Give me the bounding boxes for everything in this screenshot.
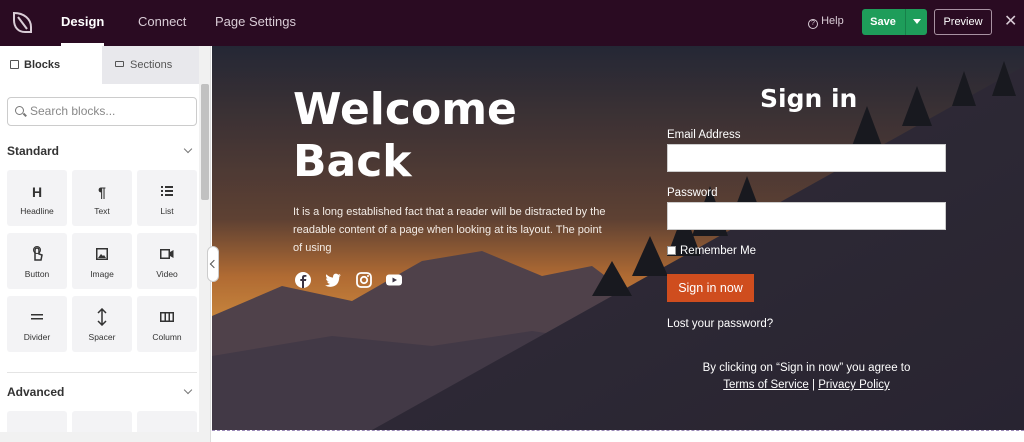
- youtube-icon[interactable]: [385, 271, 403, 289]
- search-placeholder: Search blocks...: [30, 104, 116, 118]
- paragraph-icon: ¶: [98, 184, 106, 200]
- save-button[interactable]: Save: [862, 9, 904, 35]
- email-field[interactable]: [667, 144, 946, 172]
- close-icon[interactable]: ✕: [1004, 11, 1017, 31]
- page-heading[interactable]: Welcome Back: [293, 84, 573, 188]
- divider: [7, 372, 197, 373]
- email-label: Email Address: [667, 129, 741, 141]
- blocks-icon: [10, 60, 19, 69]
- top-toolbar: Design Connect Page Settings ? Help Save…: [0, 0, 1024, 46]
- terms-notice: By clicking on “Sign in now” you agree t…: [667, 360, 946, 394]
- page-description[interactable]: It is a long established fact that a rea…: [293, 203, 613, 257]
- help-icon: ?: [808, 19, 818, 29]
- save-options-dropdown-icon[interactable]: [905, 9, 927, 35]
- remember-me: Remember Me: [667, 245, 756, 257]
- privacy-policy-link[interactable]: Privacy Policy: [818, 379, 890, 391]
- password-label: Password: [667, 187, 718, 199]
- search-blocks-input[interactable]: Search blocks...: [7, 97, 197, 126]
- block-text[interactable]: ¶ Text: [72, 170, 132, 226]
- block-video[interactable]: Video: [137, 233, 197, 289]
- horizontal-scrollbar[interactable]: [0, 432, 199, 442]
- app-logo-icon[interactable]: [10, 10, 34, 36]
- signin-title[interactable]: Sign in: [760, 84, 857, 113]
- block-label: Column: [152, 332, 182, 342]
- group-standard-title[interactable]: Standard: [7, 144, 59, 158]
- blocks-sidebar: Blocks Sections Search blocks... Standar…: [0, 46, 211, 442]
- signin-button[interactable]: Sign in now: [667, 274, 754, 302]
- group-advanced-title[interactable]: Advanced: [7, 385, 64, 399]
- tab-sections[interactable]: Sections: [102, 46, 199, 84]
- block-divider[interactable]: Divider: [7, 296, 67, 352]
- block-label: Headline: [20, 206, 54, 216]
- tab-blocks-label: Blocks: [24, 59, 61, 71]
- image-icon: [96, 248, 108, 260]
- column-icon: [160, 312, 174, 322]
- collapse-sidebar-handle[interactable]: [207, 246, 219, 282]
- list-icon: [161, 186, 173, 196]
- help-label: Help: [821, 15, 844, 27]
- chevron-down-icon[interactable]: [183, 144, 193, 154]
- twitter-icon[interactable]: [324, 271, 342, 289]
- save-button-group: Save: [862, 9, 927, 35]
- remember-me-label: Remember Me: [680, 245, 757, 257]
- block-label: List: [160, 206, 174, 216]
- terms-of-service-link[interactable]: Terms of Service: [723, 379, 809, 391]
- block-label: Text: [94, 206, 110, 216]
- divider-icon: [31, 314, 43, 320]
- block-label: Spacer: [88, 332, 116, 342]
- block-label: Button: [24, 269, 50, 279]
- remember-me-checkbox[interactable]: [667, 246, 676, 255]
- video-icon: [160, 249, 174, 259]
- pointer-icon: [33, 246, 43, 261]
- tab-design[interactable]: Design: [61, 0, 105, 46]
- headline-icon: H: [31, 184, 43, 200]
- section-boundary: [212, 430, 1024, 442]
- chevron-down-icon[interactable]: [183, 385, 193, 395]
- preview-button[interactable]: Preview: [934, 9, 992, 35]
- search-icon: [15, 106, 24, 115]
- block-image[interactable]: Image: [72, 233, 132, 289]
- block-column[interactable]: Column: [137, 296, 197, 352]
- tab-sections-label: Sections: [130, 59, 173, 71]
- terms-prefix: By clicking on “Sign in now” you agree t…: [702, 362, 911, 374]
- lost-password-link[interactable]: Lost your password?: [667, 318, 773, 330]
- tab-page-settings[interactable]: Page Settings: [215, 0, 296, 46]
- password-field[interactable]: [667, 202, 946, 230]
- sidebar-scrollbar-thumb[interactable]: [201, 84, 209, 200]
- block-button[interactable]: Button: [7, 233, 67, 289]
- terms-separator: |: [812, 379, 816, 391]
- block-label: Image: [90, 269, 114, 279]
- block-headline[interactable]: H Headline: [7, 170, 67, 226]
- spacer-icon: [97, 308, 107, 326]
- block-label: Video: [156, 269, 178, 279]
- block-spacer[interactable]: Spacer: [72, 296, 132, 352]
- instagram-icon[interactable]: [355, 271, 373, 289]
- page-canvas: Welcome Back It is a long established fa…: [212, 46, 1024, 430]
- block-list[interactable]: List: [137, 170, 197, 226]
- facebook-icon[interactable]: [294, 271, 312, 289]
- block-label: Divider: [23, 332, 51, 342]
- tab-connect[interactable]: Connect: [138, 0, 186, 46]
- help-button[interactable]: ? Help: [808, 15, 844, 29]
- tab-blocks[interactable]: Blocks: [0, 46, 102, 84]
- sections-icon: [115, 61, 124, 67]
